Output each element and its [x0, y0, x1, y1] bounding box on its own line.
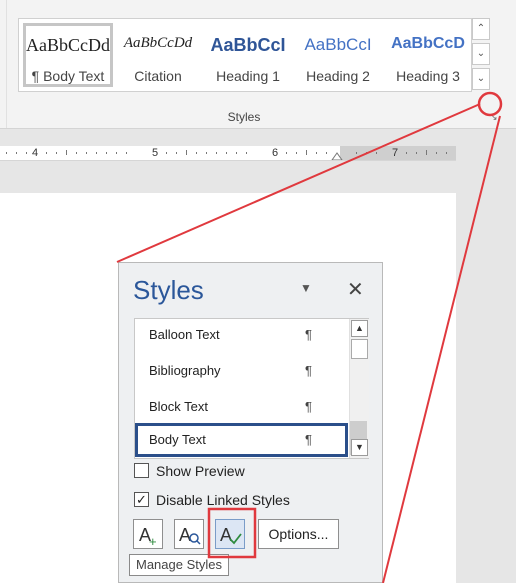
checkmark-icon[interactable]: ✓	[134, 492, 149, 507]
svg-text:A: A	[179, 525, 191, 545]
pane-close-button[interactable]: ✕	[347, 277, 364, 302]
style-sample: AaBbCcI	[304, 35, 372, 54]
chevron-up-icon: ⌃	[476, 23, 486, 34]
scroll-down-button[interactable]: ▼	[351, 439, 368, 456]
style-item-label: Body Text	[149, 432, 206, 447]
style-inspector-button[interactable]: A	[174, 519, 204, 549]
styles-list-scrollbar[interactable]: ▲ ▼	[349, 319, 369, 458]
styles-dialog-launcher[interactable]: ↘	[490, 113, 499, 122]
style-tile-body-text[interactable]: AaBbCcDd ¶ Body Text	[23, 23, 113, 87]
style-tile-citation[interactable]: AaBbCcDd Citation	[113, 23, 203, 87]
paragraph-mark-icon: ¶	[305, 363, 312, 378]
styles-list: Balloon Text ¶ Bibliography ¶ Block Text…	[134, 318, 369, 459]
gallery-scroll-down-button[interactable]: ⌄	[472, 43, 490, 65]
style-tile-heading-3[interactable]: AaBbCcD Heading 3	[383, 23, 473, 87]
style-name: Heading 3	[396, 68, 460, 84]
style-list-item-selected[interactable]: Body Text ¶	[135, 423, 348, 457]
triangle-down-icon: ▼	[355, 442, 364, 452]
gallery-more-button[interactable]: ⌄	[472, 68, 490, 90]
paragraph-mark-icon: ¶	[305, 327, 312, 342]
close-icon: ✕	[347, 279, 364, 301]
styles-gallery: AaBbCcDd ¶ Body Text AaBbCcDd Citation A…	[18, 18, 472, 92]
ruler-label: 4	[32, 147, 39, 159]
pane-options-button[interactable]: ▼	[300, 281, 312, 295]
style-list-item[interactable]: Bibliography ¶	[135, 355, 348, 389]
style-name: Citation	[134, 68, 182, 84]
scroll-thumb[interactable]	[351, 339, 368, 359]
style-name: Heading 2	[306, 68, 370, 84]
style-tile-heading-2[interactable]: AaBbCcI Heading 2	[293, 23, 383, 87]
style-sample: AaBbCcDd	[123, 35, 193, 51]
options-button[interactable]: Options...	[258, 519, 339, 549]
style-inspector-icon: A	[179, 525, 201, 545]
style-item-label: Balloon Text	[149, 327, 220, 342]
style-list-item[interactable]: Block Text ¶	[135, 391, 348, 425]
dropdown-triangle-icon: ▼	[300, 281, 312, 295]
ruler-label: 7	[392, 147, 399, 159]
new-style-button[interactable]: A +	[133, 519, 163, 549]
new-style-icon: A +	[139, 525, 157, 549]
disable-linked-styles-checkbox[interactable]: ✓ Disable Linked Styles	[134, 492, 354, 510]
manage-styles-icon: A	[220, 525, 242, 545]
show-preview-checkbox[interactable]: Show Preview	[134, 463, 354, 481]
ruler-ticks	[6, 150, 447, 160]
manage-styles-button[interactable]: A	[215, 519, 245, 549]
chevron-down-icon: ⌄	[476, 48, 486, 59]
style-item-label: Bibliography	[149, 363, 221, 378]
style-list-item[interactable]: Balloon Text ¶	[135, 319, 348, 353]
svg-text:+: +	[149, 534, 157, 548]
show-preview-label: Show Preview	[156, 463, 245, 479]
triangle-up-icon: ▲	[355, 323, 364, 333]
pane-title: Styles	[133, 275, 204, 305]
manage-styles-tooltip: Manage Styles	[129, 554, 229, 576]
ruler-label: 5	[152, 147, 159, 159]
style-name: Heading 1	[216, 68, 280, 84]
svg-text:A: A	[220, 525, 232, 545]
style-item-label: Block Text	[149, 399, 209, 414]
paragraph-mark-icon: ¶	[305, 432, 312, 447]
ruler-label: 6	[272, 147, 279, 159]
style-sample: AaBbCcD	[391, 35, 465, 52]
dialog-launcher-icon: ↘	[490, 112, 498, 122]
horizontal-ruler[interactable]: 4 5 6 7	[0, 146, 456, 161]
style-sample: AaBbCcDd	[26, 35, 110, 55]
gallery-scroll-up-button[interactable]: ⌃	[472, 18, 490, 40]
styles-pane: Styles ▼ ✕ Balloon Text ¶ Bibliography ¶…	[118, 262, 383, 583]
checkbox-box[interactable]	[134, 463, 149, 478]
more-icon: ⌄	[476, 73, 486, 84]
disable-linked-styles-label: Disable Linked Styles	[156, 492, 290, 508]
gallery-scroll: ⌃ ⌄ ⌄	[472, 18, 490, 90]
style-sample: AaBbCcI	[210, 35, 286, 55]
style-name: ¶ Body Text	[31, 68, 105, 84]
scroll-up-button[interactable]: ▲	[351, 320, 368, 337]
styles-group-label: Styles	[227, 110, 261, 124]
paragraph-mark-icon: ¶	[305, 399, 312, 414]
ribbon-left-divider	[0, 0, 7, 128]
style-tile-heading-1[interactable]: AaBbCcI Heading 1	[203, 23, 293, 87]
ribbon: AaBbCcDd ¶ Body Text AaBbCcDd Citation A…	[0, 0, 516, 129]
